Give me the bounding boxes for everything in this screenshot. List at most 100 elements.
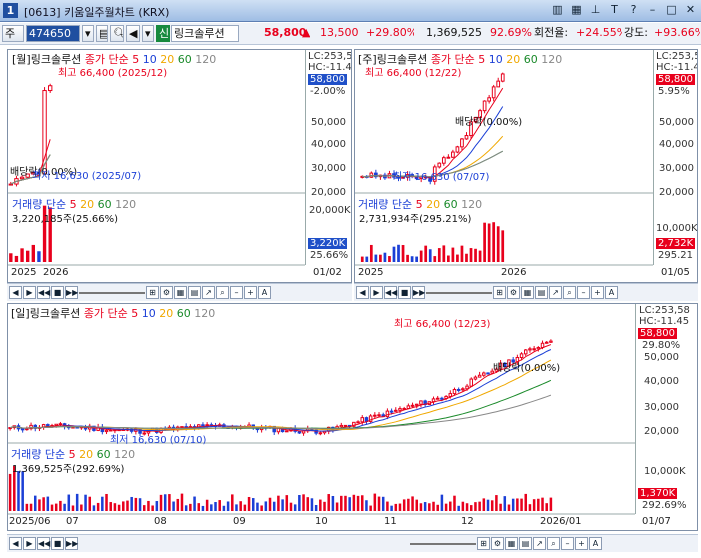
font-icon[interactable]: A [605,286,618,299]
volume-bar [37,251,41,262]
volume-bar [134,497,138,511]
daily-ma60: 60 [176,307,191,320]
settings-icon[interactable]: ⚙ [491,537,504,550]
volume-bar [348,497,351,511]
scroll-left-icon[interactable]: ◀ [9,286,22,299]
candle-body [532,348,536,351]
volume-bar [419,250,423,262]
weekly-scrollbar[interactable] [426,291,492,294]
font-icon[interactable]: A [258,286,271,299]
zoom-in-icon[interactable]: + [244,286,257,299]
layout-icon[interactable]: ▦ [521,286,534,299]
play-icon[interactable]: ▶ [23,286,36,299]
volume-bar [392,246,396,262]
forward-icon[interactable]: ▶▶ [412,286,425,299]
stop-icon[interactable]: ■ [398,286,411,299]
monthly-vol-pct: 25.66% [310,250,349,261]
stock-code-input[interactable]: 474650 [26,25,80,42]
rewind-icon[interactable]: ◀◀ [37,537,50,550]
monthly-scrollbar[interactable] [79,291,145,294]
candle-body [435,397,440,400]
daily-scrollbar[interactable] [410,542,476,545]
volume-bar [331,495,335,511]
daily-ytick: 30,000 [644,402,679,413]
zoom-in-icon[interactable]: + [591,286,604,299]
weekly-chart-panel[interactable]: [주]링크솔루션 종가 단순 5 10 20 60 120 최고 66,400 … [354,49,698,283]
monthly-ma120: 120 [195,53,217,66]
market-select[interactable]: 주 [2,25,24,42]
layout-icon[interactable]: ▦ [505,537,518,550]
monthly-y-axis: LC:253,5 HC:-11.4 58,800 -2.00% 50,000 4… [305,50,351,265]
play-icon[interactable]: ▶ [370,286,383,299]
grid-icon[interactable]: ⊞ [477,537,490,550]
candle-body [536,347,541,350]
volume-bar [201,505,205,511]
minimize-icon[interactable]: – [646,3,659,17]
table-icon[interactable]: ▤ [519,537,532,550]
pin-icon[interactable]: ⊥ [589,3,602,17]
zoom-out-icon[interactable]: – [230,286,243,299]
candle-body [377,414,381,417]
volume-bar [520,498,523,511]
daily-scroll-track [79,537,409,550]
scroll-left-icon[interactable]: ◀ [356,286,369,299]
grid-icon[interactable]: ⊞ [146,286,159,299]
rewind-icon[interactable]: ◀◀ [37,286,50,299]
volume-bar [433,256,437,262]
line-icon[interactable]: ↗ [202,286,215,299]
daily-ma-label: 종가 단순 [83,307,128,320]
volume-bar [218,500,221,511]
forward-icon[interactable]: ▶▶ [65,286,78,299]
candle-body [460,138,464,148]
settings-icon[interactable]: ⚙ [507,286,520,299]
layout-icon[interactable]: ▦ [174,286,187,299]
volume-bar [483,222,486,262]
volume-bar [88,496,92,511]
volume-bar [251,498,255,511]
zoom-in-icon[interactable]: + [575,537,588,550]
line-icon[interactable]: ↗ [533,537,546,550]
search-icon[interactable]: 🔍︎ [110,25,124,42]
settings-icon[interactable]: ⚙ [160,286,173,299]
font-icon[interactable]: T [608,3,621,17]
line-icon[interactable]: ↗ [549,286,562,299]
daily-chart-panel[interactable]: [일]링크솔루션 종가 단순 5 10 20 60 120 최고 66,400 … [7,303,698,531]
zoom-out-icon[interactable]: – [561,537,574,550]
grid-icon[interactable]: ⊞ [493,286,506,299]
volume-bar [356,495,360,511]
volume-bar [310,498,314,511]
search-icon[interactable]: ⌕ [547,537,560,550]
monthly-ytick: 50,000 [311,117,346,128]
volume-bar [105,493,108,511]
grid-icon[interactable]: ▦ [570,3,583,17]
stop-icon[interactable]: ■ [51,286,64,299]
monthly-chart-panel[interactable]: [월]링크솔루션 종가 단순 5 10 20 60 120 최고 66,400 … [7,49,352,283]
volume-bar [490,500,494,511]
search-icon[interactable]: ⌕ [563,286,576,299]
chart-icon[interactable]: ▥ [551,3,564,17]
zoom-out-icon[interactable]: – [577,286,590,299]
monthly-scroll-toolbar: ◀ ▶ ◀◀ ■ ▶▶ ⊞ ⚙ ▦ ▤ ↗ ⌕ – + A [7,283,352,301]
speaker-icon[interactable]: ◀ [126,25,140,42]
volume-bar [122,501,125,511]
rewind-icon[interactable]: ◀◀ [384,286,397,299]
stock-list-icon[interactable]: ▤ [96,25,108,42]
volume-bar [428,503,431,511]
forward-icon[interactable]: ▶▶ [65,537,78,550]
scroll-left-icon[interactable]: ◀ [9,537,22,550]
close-icon[interactable]: ✕ [684,3,697,17]
code-dropdown-icon[interactable]: ▾ [82,25,94,42]
weekly-vol-ytick: 10,000K [656,223,698,234]
speaker-dropdown-icon[interactable]: ▾ [142,25,154,42]
volume-bar [147,500,150,511]
font-icon[interactable]: A [589,537,602,550]
help-icon[interactable]: ? [627,3,640,17]
volume-bar [340,495,343,511]
stop-icon[interactable]: ■ [51,537,64,550]
play-icon[interactable]: ▶ [23,537,36,550]
volume-bar [306,497,310,511]
table-icon[interactable]: ▤ [535,286,548,299]
search-icon[interactable]: ⌕ [216,286,229,299]
table-icon[interactable]: ▤ [188,286,201,299]
maximize-icon[interactable]: □ [665,3,678,17]
